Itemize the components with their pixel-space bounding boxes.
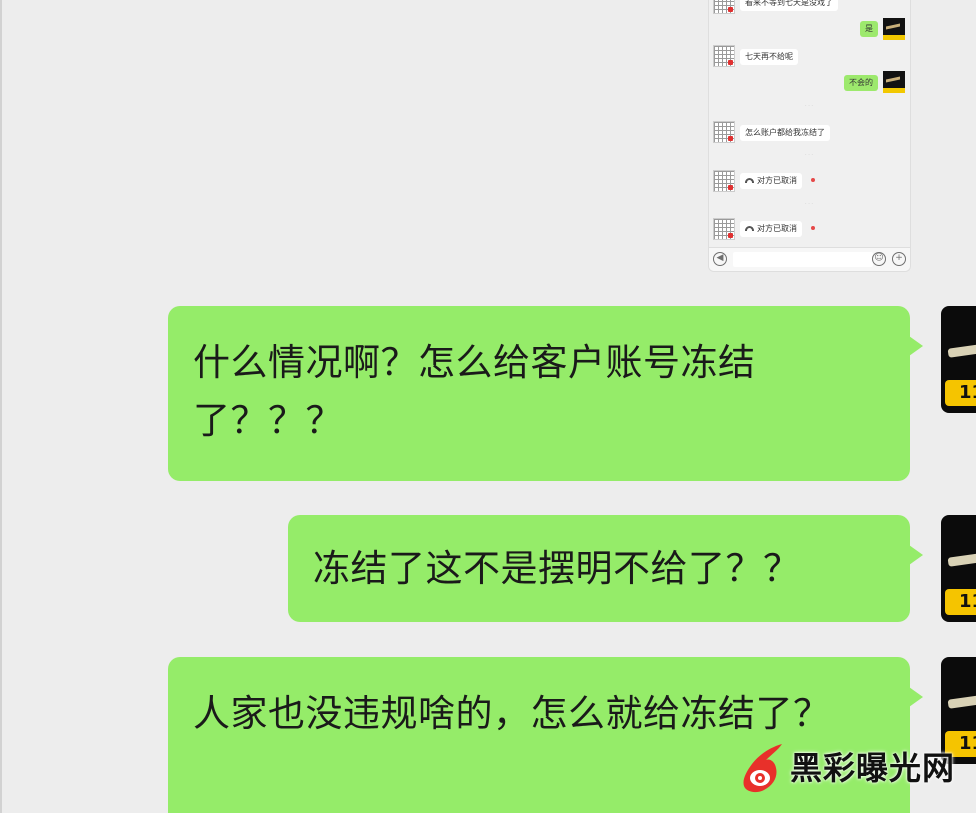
contact-avatar[interactable] <box>713 45 735 67</box>
call-status-text: 对方已取消 <box>757 224 797 233</box>
contact-avatar[interactable] <box>713 121 735 143</box>
outgoing-message[interactable]: 是 <box>860 21 878 37</box>
avatar-brush-stroke <box>947 552 976 567</box>
avatar-brush-stroke <box>947 694 976 709</box>
plus-icon[interactable]: + <box>892 252 906 266</box>
window-edge <box>0 0 2 813</box>
watermark-text: 黑彩曝光网 <box>790 749 956 787</box>
incoming-message[interactable]: 七天再不给呢 <box>740 49 798 65</box>
message-text: 什么情况啊？怎么给客户账号冻结了？？？ <box>193 341 756 442</box>
outgoing-message[interactable]: 什么情况啊？怎么给客户账号冻结了？？？ <box>168 306 923 481</box>
timestamp-divider: · · · <box>805 152 813 158</box>
self-avatar[interactable]: 11 <box>941 306 976 413</box>
message-text: 人家也没违规啥的，怎么就给冻结了？ <box>193 692 831 735</box>
call-cancelled-message[interactable]: 对方已取消 <box>740 173 802 189</box>
avatar-brush-stroke <box>947 343 976 358</box>
contact-avatar[interactable] <box>713 0 735 14</box>
unread-dot <box>811 226 815 230</box>
emoji-icon[interactable]: ☺ <box>872 252 886 266</box>
self-avatar[interactable] <box>883 71 905 93</box>
unread-dot <box>811 178 815 182</box>
contact-avatar[interactable] <box>713 218 735 240</box>
message-input[interactable] <box>733 252 873 267</box>
timestamp-divider: · · · <box>805 201 813 207</box>
outgoing-message[interactable]: 不会的 <box>844 75 878 91</box>
message-text: 冻结了这不是摆明不给了？？ <box>313 547 801 590</box>
voice-icon[interactable]: ◀ <box>713 252 727 266</box>
call-status-text: 对方已取消 <box>757 176 797 185</box>
avatar-label: 11 <box>945 589 976 615</box>
timestamp-divider: · · · <box>805 103 813 109</box>
call-cancelled-message[interactable]: 对方已取消 <box>740 221 802 237</box>
watermark: 黑彩曝光网 <box>738 740 958 800</box>
incoming-message[interactable]: 看来不等到七天是没戏了 <box>740 0 838 11</box>
embedded-chat-screenshot[interactable]: 看来不等到七天是没戏了 是 七天再不给呢 不会的 · · · 怎么账户都给我冻结… <box>708 0 911 272</box>
incoming-message[interactable]: 怎么账户都给我冻结了 <box>740 125 830 141</box>
input-bar: ◀ ☺ + <box>709 247 910 271</box>
phone-hangup-icon <box>745 226 754 231</box>
self-avatar[interactable] <box>883 18 905 40</box>
outgoing-message[interactable]: 冻结了这不是摆明不给了？？ <box>288 515 923 622</box>
avatar-label: 11 <box>945 380 976 406</box>
eye-flame-logo-icon <box>743 744 782 793</box>
self-avatar[interactable]: 11 <box>941 515 976 622</box>
phone-hangup-icon <box>745 178 754 183</box>
contact-avatar[interactable] <box>713 170 735 192</box>
